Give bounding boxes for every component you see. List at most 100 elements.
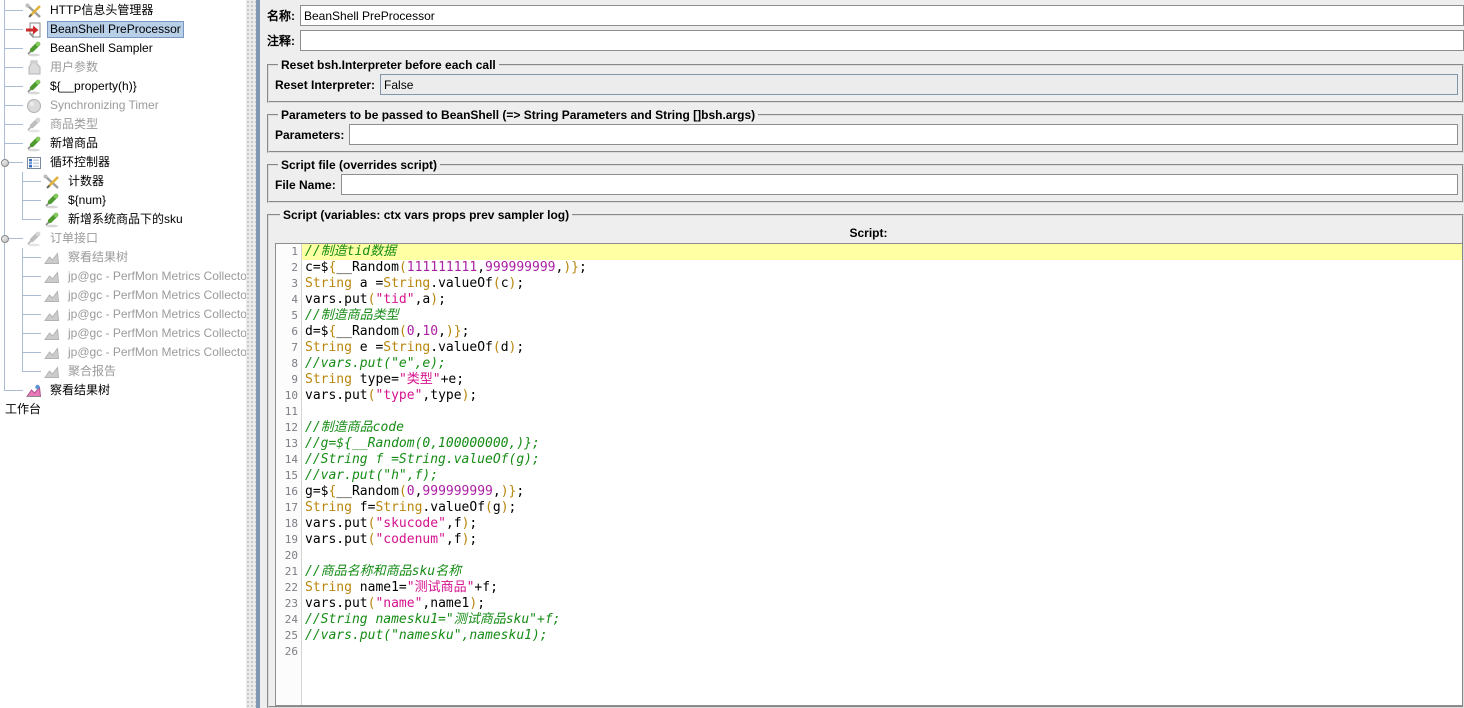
code-line[interactable]: //String f =String.valueOf(g); (302, 452, 1462, 468)
sampler-icon (24, 136, 44, 152)
comment-row: 注释: (267, 30, 1464, 51)
expand-handle-icon[interactable] (1, 159, 9, 167)
code-line[interactable]: d=${__Random(0,10,)}; (302, 324, 1462, 340)
code-area[interactable]: //制造tid数据c=${__Random(111111111,99999999… (302, 244, 1462, 705)
line-number: 21 (276, 564, 298, 580)
code-line[interactable]: //商品名称和商品sku名称 (302, 564, 1462, 580)
code-line[interactable]: c=${__Random(111111111,999999999,)}; (302, 260, 1462, 276)
code-line[interactable] (302, 548, 1462, 564)
tree-item[interactable]: 订单接口 (0, 229, 246, 248)
parameters-input[interactable] (349, 124, 1458, 145)
chart-gray-icon (42, 364, 62, 380)
tree-item[interactable]: 察看结果树 (0, 248, 246, 267)
tree-item-label: HTTP信息头管理器 (47, 2, 156, 19)
parameters-group-title: Parameters to be passed to BeanShell (=>… (278, 108, 758, 122)
code-line[interactable]: vars.put("codenum",f); (302, 532, 1462, 548)
script-group: Script (variables: ctx vars props prev s… (267, 208, 1464, 708)
tree-item[interactable]: Synchronizing Timer (0, 96, 246, 115)
tree-item-label: 用户参数 (47, 59, 101, 76)
tree-item[interactable]: 计数器 (0, 172, 246, 191)
code-line[interactable]: String f=String.valueOf(g); (302, 500, 1462, 516)
sampler-icon (24, 79, 44, 95)
line-number: 20 (276, 548, 298, 564)
tree-item-label: jp@gc - PerfMon Metrics Collector (65, 287, 246, 304)
code-line[interactable]: //g=${__Random(0,100000000,)}; (302, 436, 1462, 452)
code-line[interactable]: g=${__Random(0,999999999,)}; (302, 484, 1462, 500)
code-line[interactable]: vars.put("skucode",f); (302, 516, 1462, 532)
tree-item[interactable]: 工作台 (0, 400, 246, 419)
tree-item[interactable]: HTTP信息头管理器 (0, 1, 246, 20)
code-line[interactable]: String type="类型"+e; (302, 372, 1462, 388)
line-number: 12 (276, 420, 298, 436)
tree-item[interactable]: BeanShell Sampler (0, 39, 246, 58)
wrench-icon (24, 3, 44, 19)
reset-interpreter-group: Reset bsh.Interpreter before each call R… (267, 58, 1464, 103)
line-number: 8 (276, 356, 298, 372)
line-number: 25 (276, 628, 298, 644)
tree-item[interactable]: 聚合报告 (0, 362, 246, 381)
code-line[interactable]: //vars.put("namesku",namesku1); (302, 628, 1462, 644)
file-name-input[interactable] (341, 174, 1458, 195)
tree-item[interactable]: 用户参数 (0, 58, 246, 77)
name-label: 名称: (267, 7, 295, 24)
code-line[interactable]: //var.put("h",f); (302, 468, 1462, 484)
line-number: 10 (276, 388, 298, 404)
reset-interpreter-field[interactable] (380, 74, 1458, 95)
line-number: 1 (276, 244, 298, 260)
code-line[interactable] (302, 644, 1462, 660)
tree-item-label: 循环控制器 (47, 154, 113, 171)
line-number: 9 (276, 372, 298, 388)
parameters-label: Parameters: (275, 128, 344, 142)
tree-item[interactable]: 新增系统商品下的sku (0, 210, 246, 229)
tree-item[interactable]: jp@gc - PerfMon Metrics Collector (0, 286, 246, 305)
tree-item-label: ${__property(h)} (47, 78, 140, 95)
tree-item-label: jp@gc - PerfMon Metrics Collector (65, 268, 246, 285)
expand-handle-icon[interactable] (1, 235, 9, 243)
tree-item[interactable]: ${num} (0, 191, 246, 210)
tree-item-label: 计数器 (65, 173, 107, 190)
name-input[interactable] (300, 5, 1464, 26)
chart-gray-icon (42, 288, 62, 304)
tree-item[interactable]: BeanShell PreProcessor (0, 20, 246, 39)
chart-gray-icon (42, 345, 62, 361)
comment-input[interactable] (300, 30, 1464, 51)
preprocessor-icon (24, 22, 44, 38)
tree-item[interactable]: 新增商品 (0, 134, 246, 153)
line-number: 11 (276, 404, 298, 420)
code-line[interactable]: String name1="测试商品"+f; (302, 580, 1462, 596)
tree-item[interactable]: jp@gc - PerfMon Metrics Collector (0, 324, 246, 343)
code-line[interactable]: vars.put("tid",a); (302, 292, 1462, 308)
script-file-group-title: Script file (overrides script) (278, 158, 440, 172)
reset-group-title: Reset bsh.Interpreter before each call (278, 58, 499, 72)
tree-item[interactable]: 察看结果树 (0, 381, 246, 400)
code-line[interactable]: vars.put("type",type); (302, 388, 1462, 404)
code-line[interactable] (302, 404, 1462, 420)
tree-item[interactable]: 循环控制器 (0, 153, 246, 172)
code-line[interactable]: String a =String.valueOf(c); (302, 276, 1462, 292)
tree-item[interactable]: jp@gc - PerfMon Metrics Collector (0, 343, 246, 362)
code-line[interactable]: String e =String.valueOf(d); (302, 340, 1462, 356)
script-group-title: Script (variables: ctx vars props prev s… (280, 208, 572, 222)
line-number: 18 (276, 516, 298, 532)
split-pane-divider[interactable] (246, 0, 260, 708)
script-editor[interactable]: 1234567891011121314151617181920212223242… (275, 243, 1462, 706)
code-line[interactable]: vars.put("name",name1); (302, 596, 1462, 612)
line-number: 5 (276, 308, 298, 324)
tree-item-label: BeanShell PreProcessor (47, 21, 184, 38)
tree-item-label: jp@gc - PerfMon Metrics Collector (65, 325, 246, 342)
code-line[interactable]: //制造商品类型 (302, 308, 1462, 324)
line-number: 15 (276, 468, 298, 484)
code-line[interactable]: //制造tid数据 (302, 244, 1462, 260)
tree-item[interactable]: ${__property(h)} (0, 77, 246, 96)
chart-gray-icon (42, 250, 62, 266)
tree-item[interactable]: 商品类型 (0, 115, 246, 134)
code-line[interactable]: //vars.put("e",e); (302, 356, 1462, 372)
tree-item[interactable]: jp@gc - PerfMon Metrics Collector (0, 267, 246, 286)
tree-item[interactable]: jp@gc - PerfMon Metrics Collector (0, 305, 246, 324)
tree-item-label: Synchronizing Timer (47, 97, 162, 114)
file-name-label: File Name: (275, 178, 336, 192)
loop-icon (24, 155, 44, 171)
tree-rows: HTTP信息头管理器 BeanShell PreProcessorBeanShel… (0, 0, 246, 419)
code-line[interactable]: //String namesku1="测试商品sku"+f; (302, 612, 1462, 628)
code-line[interactable]: //制造商品code (302, 420, 1462, 436)
